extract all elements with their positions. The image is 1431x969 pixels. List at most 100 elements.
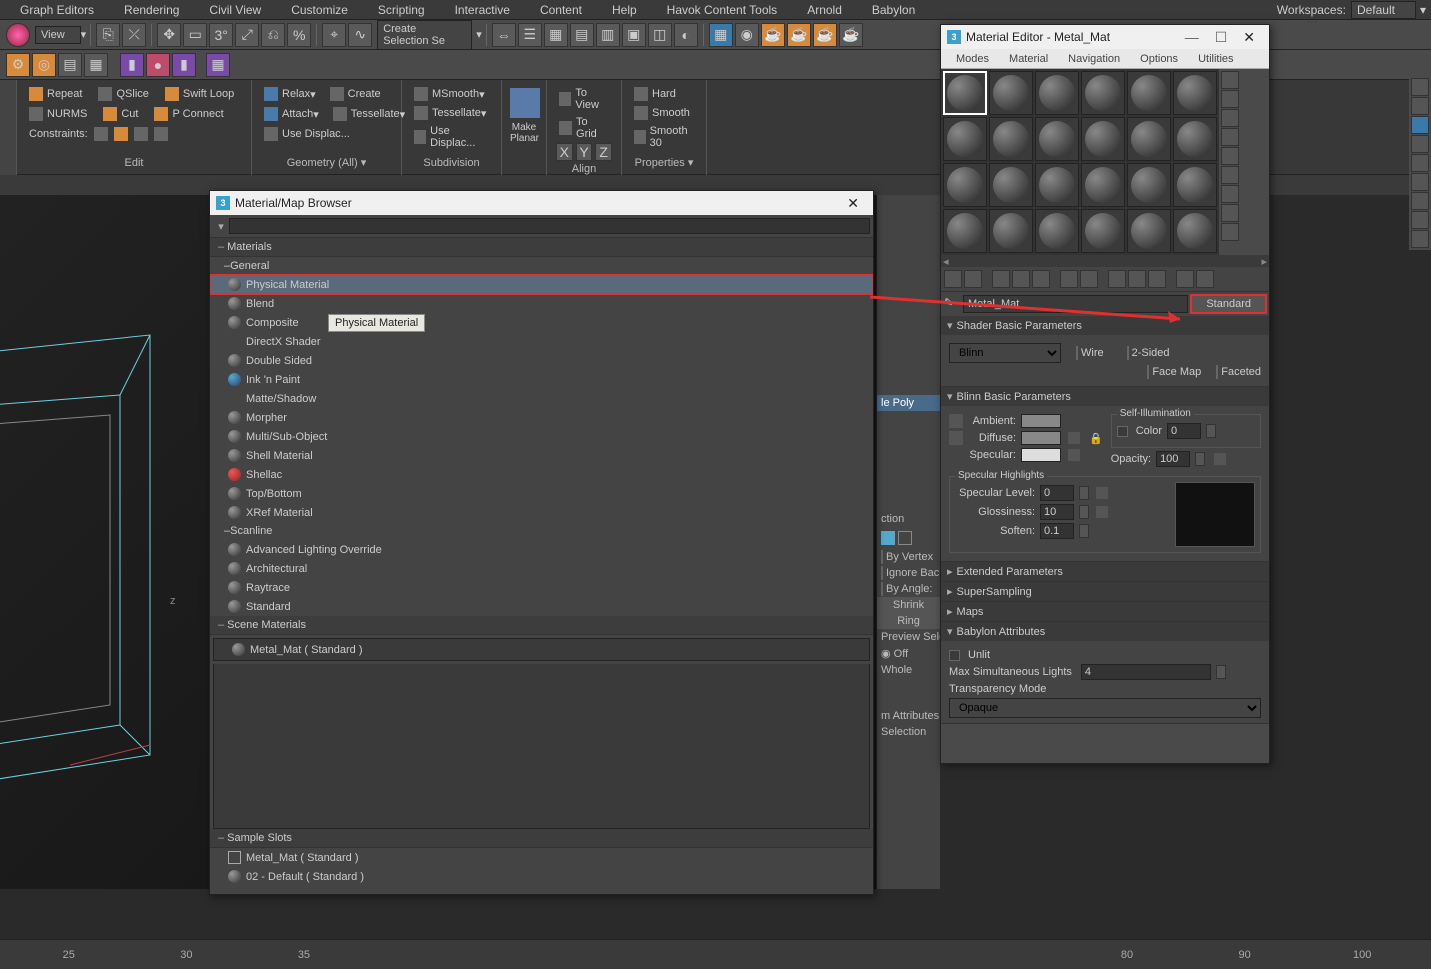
sample-slot-23[interactable] xyxy=(1127,209,1171,253)
supersampling-header[interactable]: ▸SuperSampling xyxy=(941,582,1269,601)
shader-basic-header[interactable]: ▾Shader Basic Parameters xyxy=(941,316,1269,335)
shrink-button[interactable]: Shrink xyxy=(877,597,940,613)
adv-lighting-override-item[interactable]: Advanced Lighting Override xyxy=(210,540,873,559)
sample-default-item[interactable]: 02 - Default ( Standard ) xyxy=(210,867,873,886)
togrid-button[interactable]: To Grid xyxy=(555,114,613,142)
usedisplace2-button[interactable]: Use Displac... xyxy=(410,123,493,151)
qslice-button[interactable]: QSlice xyxy=(94,85,152,103)
relax-button[interactable]: Relax ▾ xyxy=(260,85,320,103)
tool-snap-icon[interactable]: ⌖ xyxy=(322,23,346,47)
view-dropdown[interactable]: View xyxy=(35,26,81,44)
browser-options-icon[interactable]: ▾ xyxy=(213,220,229,233)
modifier2-icon[interactable]: ◎ xyxy=(32,53,56,77)
fx3-icon[interactable]: ▮ xyxy=(172,53,196,77)
tool-percent-icon[interactable]: % xyxy=(287,23,311,47)
fx4-icon[interactable]: ▦ xyxy=(206,53,230,77)
shader-dropdown[interactable]: Blinn xyxy=(949,343,1061,363)
sample-slot-3[interactable] xyxy=(1035,71,1079,115)
smooth-button[interactable]: Smooth xyxy=(630,104,698,122)
preview-icon[interactable] xyxy=(1221,166,1239,184)
video-check-icon[interactable] xyxy=(1221,147,1239,165)
selfillum-color-checkbox[interactable] xyxy=(1117,426,1128,437)
sample-slot-24[interactable] xyxy=(1173,209,1217,253)
sample-slot-4[interactable] xyxy=(1081,71,1125,115)
opacity-map-button[interactable] xyxy=(1214,453,1226,465)
go-parent-icon[interactable] xyxy=(1176,270,1194,288)
tool-scale-icon[interactable]: ⤢ xyxy=(235,23,259,47)
put-library-icon[interactable] xyxy=(1080,270,1098,288)
uv-tiling-icon[interactable] xyxy=(1221,128,1239,146)
show-end-icon[interactable] xyxy=(1148,270,1166,288)
align-z-button[interactable]: Z xyxy=(595,143,612,161)
glossiness-value[interactable] xyxy=(1040,504,1074,520)
background-icon[interactable] xyxy=(1221,109,1239,127)
speclevel-spinner[interactable] xyxy=(1079,486,1089,500)
byangle-checkbox[interactable]: By Angle: xyxy=(877,581,940,597)
make-planar-button[interactable]: Make Planar xyxy=(510,84,538,144)
tool-place-icon[interactable]: ⎌ xyxy=(261,23,285,47)
tool-select-icon[interactable]: ▭ xyxy=(183,23,207,47)
sample-slot-7[interactable] xyxy=(943,117,987,161)
re-light-icon[interactable] xyxy=(1411,97,1429,115)
smooth30-button[interactable]: Smooth 30 xyxy=(630,123,698,151)
sample-slot-5[interactable] xyxy=(1127,71,1171,115)
repeat-button[interactable]: Repeat xyxy=(25,85,86,103)
directx-shader-item[interactable]: DirectX Shader xyxy=(210,332,873,351)
tool-curve-icon[interactable]: ∿ xyxy=(348,23,372,47)
material-name-input[interactable] xyxy=(963,295,1188,313)
shellac-item[interactable]: Shellac xyxy=(210,465,873,484)
fx2-icon[interactable]: ● xyxy=(146,53,170,77)
msmooth-button[interactable]: MSmooth ▾ xyxy=(410,85,493,103)
tool-rotate-icon[interactable]: 3° xyxy=(209,23,233,47)
cut-button[interactable]: Cut xyxy=(99,105,142,123)
tool-move-icon[interactable]: ✥ xyxy=(157,23,181,47)
menu-help[interactable]: Help xyxy=(597,3,652,17)
architectural-item[interactable]: Architectural xyxy=(210,559,873,578)
sample-slot-11[interactable] xyxy=(1127,117,1171,161)
usedisplace-button[interactable]: Use Displac... xyxy=(260,125,393,143)
sample-slot-6[interactable] xyxy=(1173,71,1217,115)
tool-layout4-icon[interactable]: ▣ xyxy=(622,23,646,47)
fx1-icon[interactable]: ▮ xyxy=(120,53,144,77)
menu-content[interactable]: Content xyxy=(525,3,597,17)
tool-layout1-icon[interactable]: ▦ xyxy=(544,23,568,47)
sample-slot-9[interactable] xyxy=(1035,117,1079,161)
menu-arnold[interactable]: Arnold xyxy=(792,3,857,17)
modifier4-icon[interactable]: ▦ xyxy=(84,53,108,77)
attach-button[interactable]: Attach ▾ xyxy=(260,105,323,123)
menu-graph-editors[interactable]: Graph Editors xyxy=(5,3,109,17)
preview-off-radio[interactable]: ◉ Off xyxy=(877,645,940,662)
facemap-checkbox[interactable] xyxy=(1147,365,1149,379)
babylon-attrs-header[interactable]: ▾Babylon Attributes xyxy=(941,622,1269,641)
align-x-button[interactable]: X xyxy=(556,143,573,161)
mateditor-titlebar[interactable]: 3 Material Editor - Metal_Mat — ☐ ✕ xyxy=(941,25,1269,49)
diffuse-map-button[interactable] xyxy=(1068,432,1080,444)
sample-slot-1[interactable] xyxy=(943,71,987,115)
assign-material-icon[interactable] xyxy=(992,270,1010,288)
blend-material-item[interactable]: Blend xyxy=(210,294,873,313)
scene-materials-header[interactable]: –Scene Materials xyxy=(210,616,873,635)
menu-havok[interactable]: Havok Content Tools xyxy=(652,3,793,17)
sample-slot-16[interactable] xyxy=(1081,163,1125,207)
specular-swatch[interactable] xyxy=(1021,448,1061,462)
tessellate-button[interactable]: Tessellate ▾ xyxy=(329,105,409,123)
scanline-group-header[interactable]: –Scanline xyxy=(210,522,873,540)
tool-layout3-icon[interactable]: ▥ xyxy=(596,23,620,47)
opacity-spinner[interactable] xyxy=(1195,452,1205,466)
re-ratio-icon[interactable] xyxy=(1411,154,1429,172)
make-unique-icon[interactable] xyxy=(1060,270,1078,288)
sample-type-icon[interactable] xyxy=(1221,71,1239,89)
sample-slot-10[interactable] xyxy=(1081,117,1125,161)
max-lights-value[interactable] xyxy=(1081,664,1211,680)
physical-material-item[interactable]: Physical Material xyxy=(210,275,873,294)
toview-button[interactable]: To View xyxy=(555,85,613,113)
ring-button[interactable]: Ring xyxy=(877,613,940,629)
gloss-map-button[interactable] xyxy=(1096,506,1108,518)
sample-slot-15[interactable] xyxy=(1035,163,1079,207)
teapot3-icon[interactable]: ☕ xyxy=(813,23,837,47)
composite-material-item[interactable]: Composite xyxy=(210,313,873,332)
sample-slot-12[interactable] xyxy=(1173,117,1217,161)
re-preview-icon[interactable] xyxy=(1411,173,1429,191)
re-options-icon[interactable] xyxy=(1411,192,1429,210)
sample-slot-17[interactable] xyxy=(1127,163,1171,207)
